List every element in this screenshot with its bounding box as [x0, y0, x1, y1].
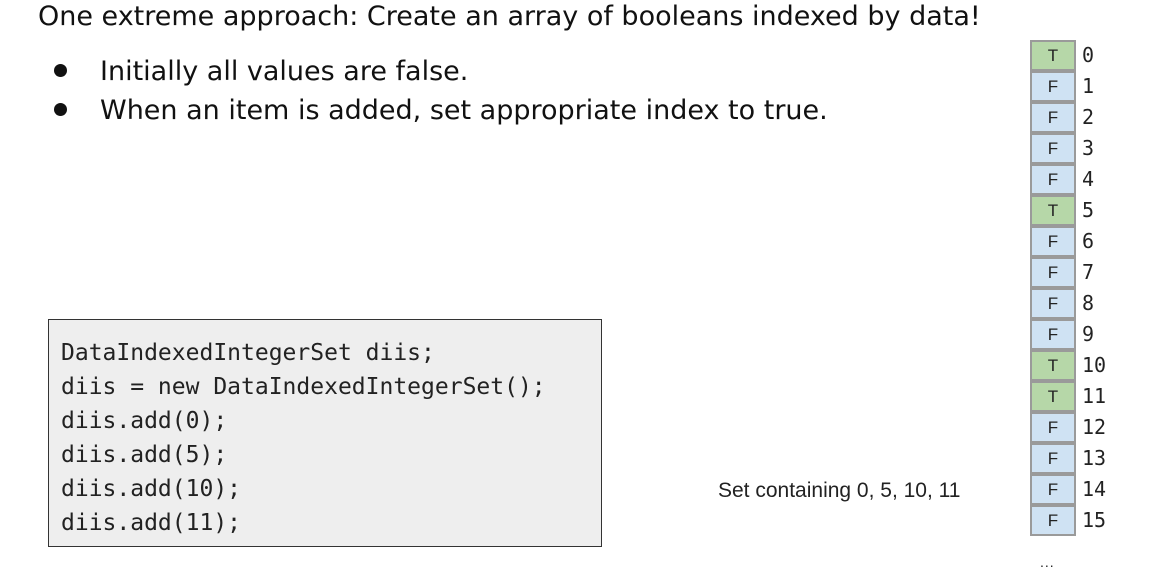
array-index-label: 0 [1082, 43, 1095, 67]
bullet-dot-icon [54, 103, 67, 116]
slide-title: One extreme approach: Create an array of… [38, 1, 981, 32]
code-line: diis = new DataIndexedIntegerSet(); [61, 374, 546, 400]
array-cell: T [1030, 195, 1076, 226]
array-cell: F [1030, 102, 1076, 133]
code-line: diis.add(5); [61, 442, 228, 468]
code-line: DataIndexedIntegerSet diis; [61, 340, 435, 366]
set-caption: Set containing 0, 5, 10, 11 [718, 479, 961, 502]
array-cell: F [1030, 71, 1076, 102]
array-cell: F [1030, 257, 1076, 288]
array-index-label: 3 [1082, 136, 1095, 160]
bullet-text: When an item is added, set appropriate i… [100, 95, 828, 126]
array-cell: F [1030, 474, 1076, 505]
array-cell: F [1030, 412, 1076, 443]
array-index-label: 7 [1082, 260, 1095, 284]
array-index-label: 11 [1082, 384, 1107, 408]
array-index-label: 6 [1082, 229, 1095, 253]
array-cell: F [1030, 505, 1076, 536]
array-index-label: 2 [1082, 105, 1095, 129]
array-index-label: 8 [1082, 291, 1095, 315]
array-index-label: 12 [1082, 415, 1107, 439]
array-index-label: 15 [1082, 508, 1107, 532]
array-index-label: 1 [1082, 74, 1095, 98]
code-line: diis.add(11); [61, 510, 242, 536]
array-index-label: 4 [1082, 167, 1095, 191]
array-cell: T [1030, 381, 1076, 412]
bullet-list: Initially all values are false. When an … [52, 52, 828, 130]
array-cell: T [1030, 40, 1076, 71]
array-ellipsis: ... [1040, 554, 1055, 570]
array-cell: F [1030, 319, 1076, 350]
code-block: DataIndexedIntegerSet diis; diis = new D… [48, 319, 602, 547]
code-line: diis.add(10); [61, 476, 242, 502]
array-index-label: 9 [1082, 322, 1095, 346]
bullet-dot-icon [54, 64, 67, 77]
bullet-text: Initially all values are false. [100, 56, 469, 87]
array-index-label: 5 [1082, 198, 1095, 222]
array-cell: F [1030, 288, 1076, 319]
bullet-item: Initially all values are false. [52, 52, 828, 91]
array-index-label: 14 [1082, 477, 1107, 501]
array-cell: F [1030, 133, 1076, 164]
bullet-item: When an item is added, set appropriate i… [52, 91, 828, 130]
array-cell: F [1030, 226, 1076, 257]
array-index-label: 13 [1082, 446, 1107, 470]
array-index-label: 10 [1082, 353, 1107, 377]
code-line: diis.add(0); [61, 408, 228, 434]
array-cell: F [1030, 443, 1076, 474]
array-cell: T [1030, 350, 1076, 381]
array-cell: F [1030, 164, 1076, 195]
